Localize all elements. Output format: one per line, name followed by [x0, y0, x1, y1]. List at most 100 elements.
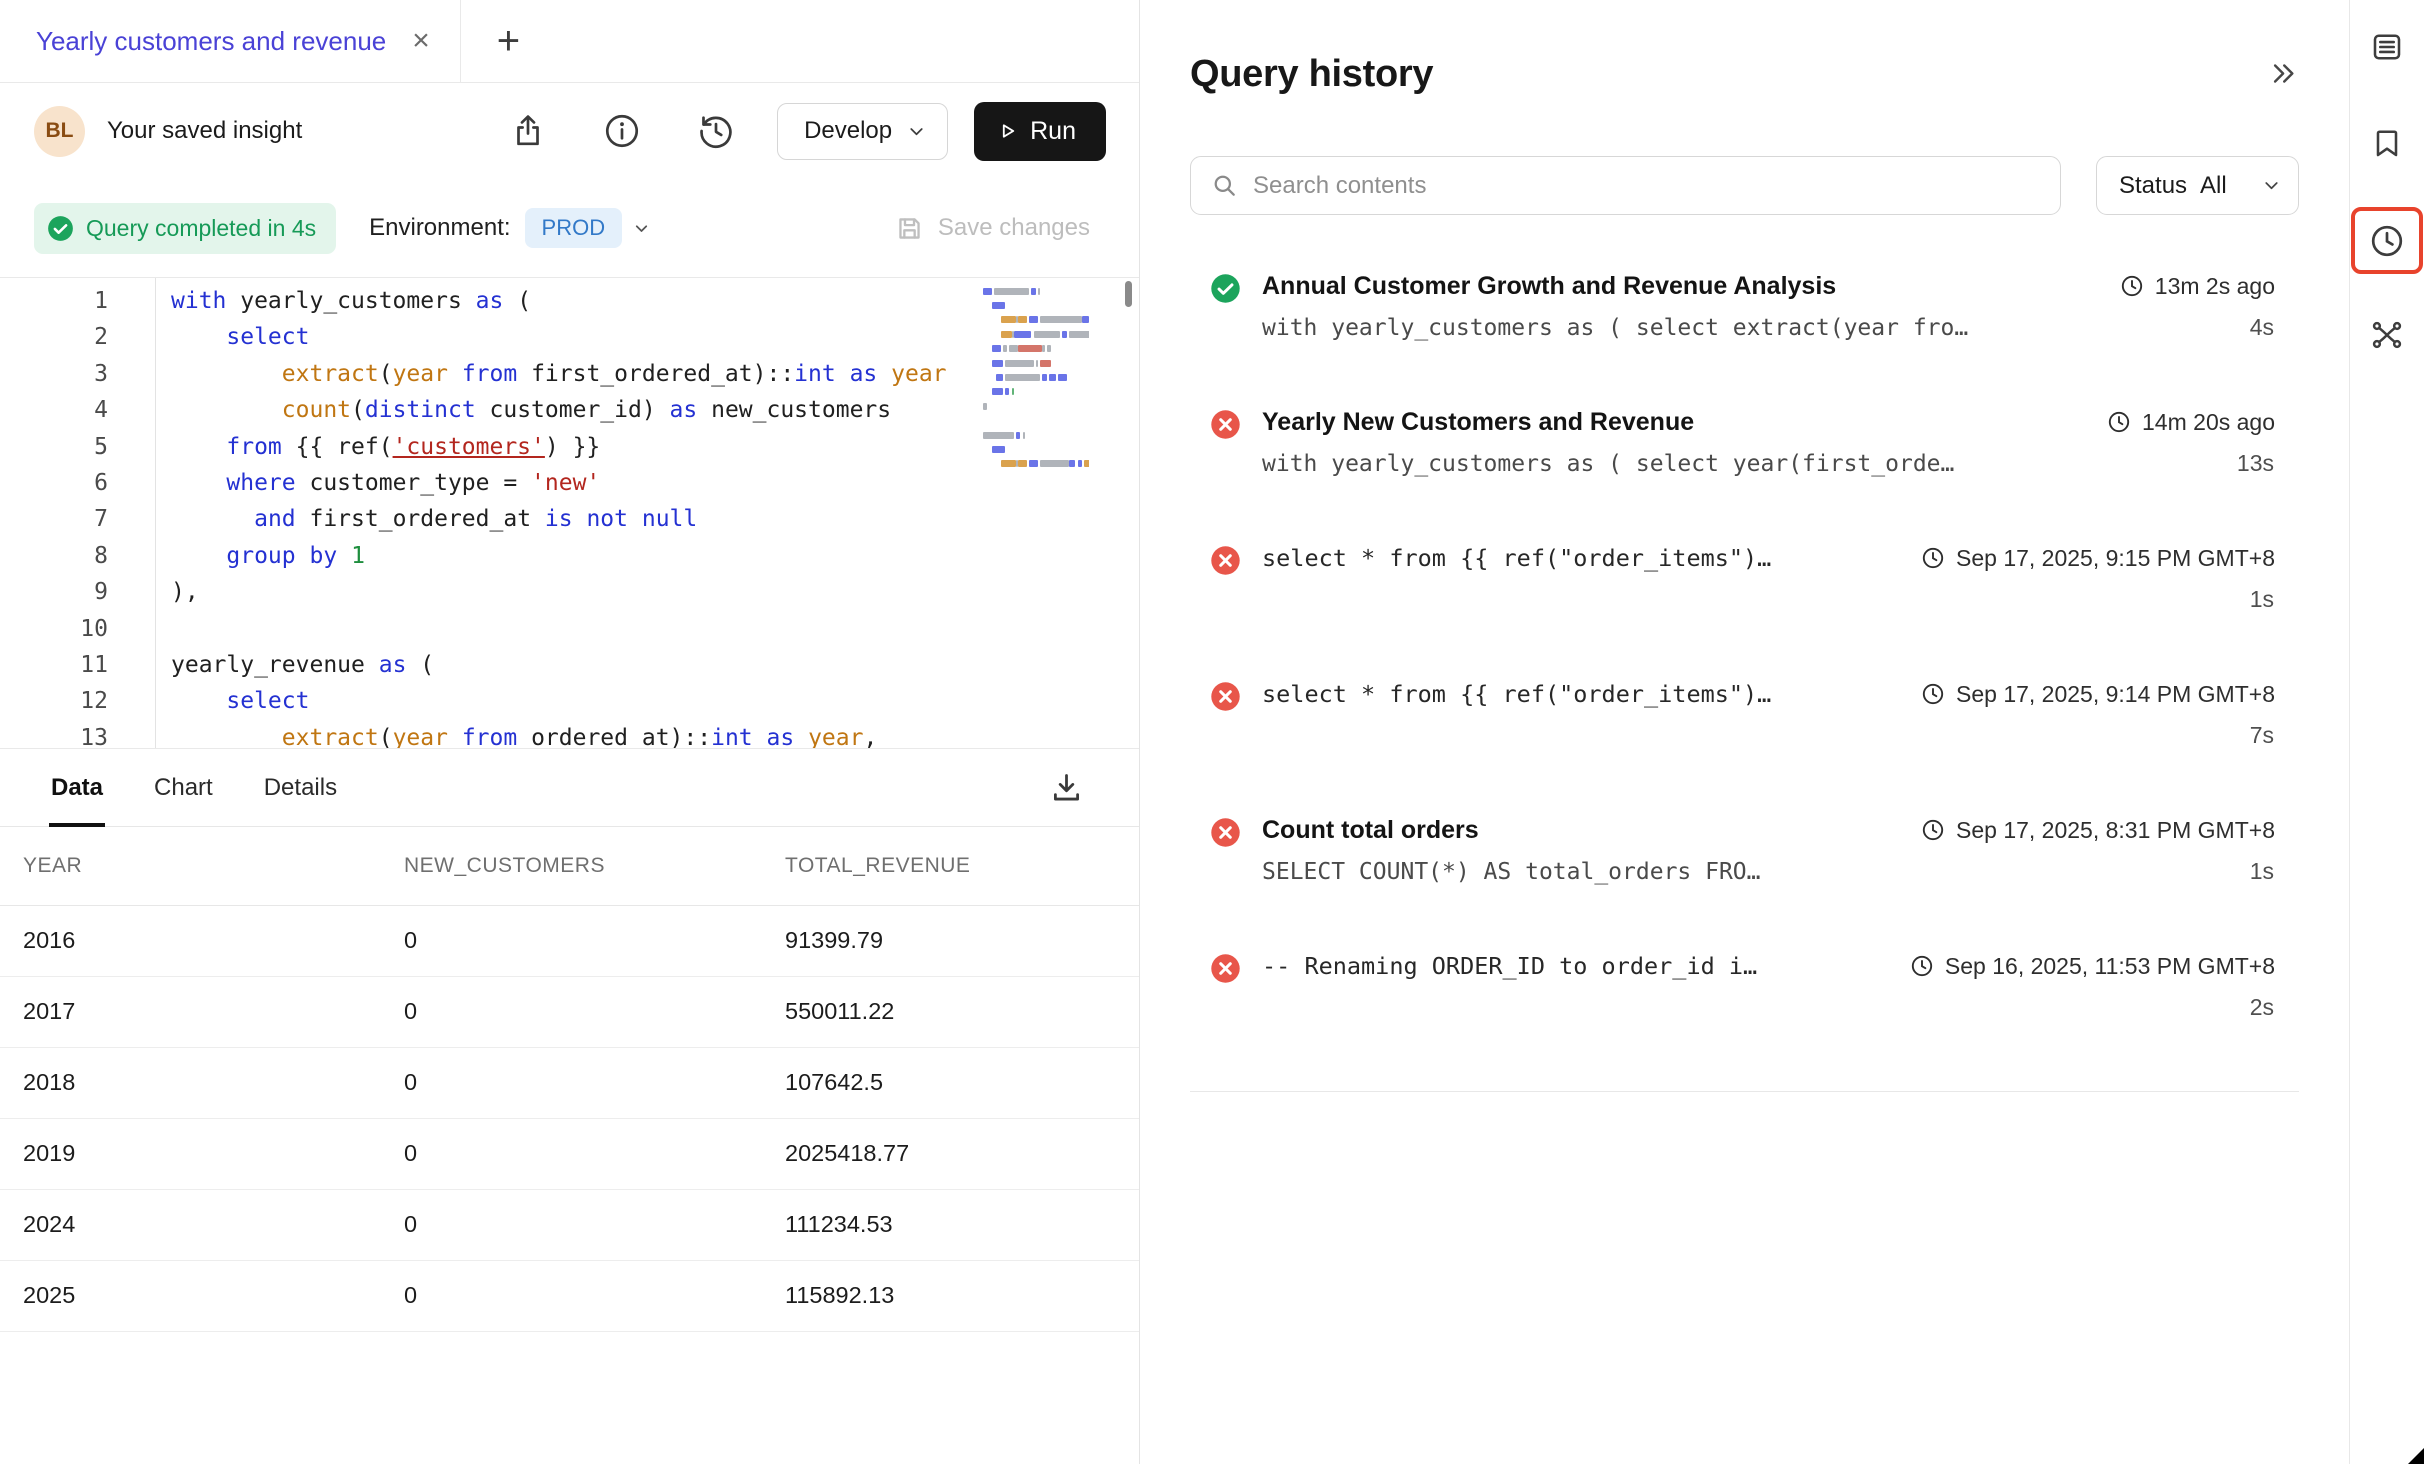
table-cell: 2025	[0, 1260, 404, 1331]
toolbar: BL Your saved insight	[0, 83, 1139, 179]
history-item-duration: 13s	[2107, 443, 2275, 483]
tab-details[interactable]: Details	[264, 749, 337, 826]
history-item-title: -- Renaming ORDER_ID to order_id i…	[1262, 945, 1880, 987]
status-filter-value: All	[2200, 172, 2227, 200]
table-cell: 2019	[0, 1118, 404, 1189]
results-tab-bar: Data Chart Details	[0, 749, 1139, 827]
share-button[interactable]	[509, 112, 547, 150]
lineage-button[interactable]	[2369, 317, 2405, 353]
query-history-panel: Query history Status All	[1140, 0, 2349, 1464]
query-history-button[interactable]	[2369, 223, 2405, 259]
check-circle-icon	[47, 215, 74, 242]
version-history-button[interactable]	[697, 112, 735, 150]
history-clock-icon	[2369, 223, 2405, 259]
table-cell: 0	[404, 1047, 785, 1118]
table-cell: 2016	[0, 905, 404, 976]
search-icon	[1211, 172, 1238, 199]
log-list-button[interactable]	[2369, 29, 2405, 65]
history-item-duration: 1s	[1921, 851, 2275, 891]
table-row[interactable]: 201902025418.77	[0, 1118, 1139, 1189]
minimap[interactable]	[983, 284, 1089, 471]
column-header: YEAR	[0, 827, 404, 905]
history-list: Annual Customer Growth and Revenue Analy…	[1190, 265, 2299, 1081]
history-item[interactable]: select * from {{ ref("order_items")…Sep …	[1190, 673, 2299, 773]
history-item-snippet: SELECT COUNT(*) AS total_orders FRO…	[1262, 853, 1891, 891]
table-cell: 550011.22	[785, 976, 1139, 1047]
download-icon	[1048, 769, 1085, 806]
history-item-snippet: with yearly_customers as ( select extrac…	[1262, 309, 2090, 347]
query-status-text: Query completed in 4s	[86, 215, 316, 242]
resize-corner	[2408, 1448, 2424, 1464]
error-x-icon	[1210, 409, 1241, 440]
save-changes-button[interactable]: Save changes	[894, 213, 1090, 244]
save-changes-label: Save changes	[938, 214, 1090, 242]
develop-button[interactable]: Develop	[777, 103, 948, 160]
status-filter-dropdown[interactable]: Status All	[2096, 156, 2299, 215]
download-results-button[interactable]	[1048, 769, 1085, 806]
history-item-duration: 7s	[1921, 715, 2275, 755]
info-button[interactable]	[603, 112, 641, 150]
table-cell: 2025418.77	[785, 1118, 1139, 1189]
history-item[interactable]: Annual Customer Growth and Revenue Analy…	[1190, 265, 2299, 365]
history-item[interactable]: Count total ordersSELECT COUNT(*) AS tot…	[1190, 809, 2299, 909]
clock-icon	[1921, 682, 1945, 706]
history-item-title: Annual Customer Growth and Revenue Analy…	[1262, 265, 2090, 307]
table-row[interactable]: 20170550011.22	[0, 976, 1139, 1047]
tab-close-icon[interactable]: ×	[412, 26, 430, 56]
line-number-gutter: 12345678910111213	[0, 278, 156, 748]
clock-icon	[1921, 818, 1945, 842]
error-status-icon	[1190, 673, 1262, 773]
environment-badge[interactable]: PROD	[525, 208, 623, 248]
history-item-time: 14m 20s ago	[2107, 401, 2275, 443]
avatar: BL	[34, 106, 85, 157]
tab-label: Yearly customers and revenue	[36, 26, 386, 57]
share-icon	[509, 112, 547, 150]
history-item[interactable]: Yearly New Customers and Revenuewith yea…	[1190, 401, 2299, 501]
error-status-icon	[1190, 945, 1262, 1045]
collapse-panel-button[interactable]	[2268, 58, 2299, 89]
table-row[interactable]: 20180107642.5	[0, 1047, 1139, 1118]
tab-chart[interactable]: Chart	[154, 749, 213, 826]
column-header: NEW_CUSTOMERS	[404, 827, 785, 905]
history-item-title: Count total orders	[1262, 809, 1891, 851]
chevron-down-icon	[906, 121, 927, 142]
query-status-pill: Query completed in 4s	[34, 203, 336, 254]
error-x-icon	[1210, 545, 1241, 576]
environment-dropdown[interactable]	[632, 219, 651, 238]
query-history-title: Query history	[1190, 52, 1433, 96]
new-tab-button[interactable]: +	[497, 21, 520, 61]
tab-data[interactable]: Data	[51, 749, 103, 826]
results-table: YEARNEW_CUSTOMERSTOTAL_REVENUE 201609139…	[0, 827, 1139, 1332]
history-icon	[697, 112, 735, 150]
table-row[interactable]: 20250115892.13	[0, 1260, 1139, 1331]
double-chevron-right-icon	[2268, 58, 2299, 89]
table-row[interactable]: 2016091399.79	[0, 905, 1139, 976]
table-row[interactable]: 20240111234.53	[0, 1189, 1139, 1260]
environment-label: Environment:	[369, 214, 510, 242]
tab-yearly-customers-and-revenue[interactable]: Yearly customers and revenue ×	[0, 0, 461, 82]
history-item-duration: 1s	[1921, 579, 2275, 619]
search-input[interactable]	[1253, 172, 2040, 200]
history-item-time: Sep 17, 2025, 9:15 PM GMT+8	[1921, 537, 2275, 579]
table-header-row: YEARNEW_CUSTOMERSTOTAL_REVENUE	[0, 827, 1139, 905]
bookmark-button[interactable]	[2369, 125, 2405, 161]
history-item-time: Sep 17, 2025, 9:14 PM GMT+8	[1921, 673, 2275, 715]
app-window: Yearly customers and revenue × + BL Your…	[0, 0, 2424, 1464]
history-item[interactable]: -- Renaming ORDER_ID to order_id i… Sep 1…	[1190, 945, 2299, 1045]
editor-pane: Yearly customers and revenue × + BL Your…	[0, 0, 1140, 1464]
clock-icon	[2120, 274, 2144, 298]
history-item-snippet: with yearly_customers as ( select year(f…	[1262, 445, 2077, 483]
editor-scrollbar[interactable]	[1125, 281, 1132, 307]
error-x-icon	[1210, 953, 1241, 984]
sql-editor[interactable]: 12345678910111213 with yearly_customers …	[0, 277, 1139, 749]
chevron-down-icon	[632, 219, 651, 238]
history-item[interactable]: select * from {{ ref("order_items")… Sep …	[1190, 537, 2299, 637]
history-item-title: select * from {{ ref("order_items")…	[1262, 537, 1891, 579]
lineage-icon	[2369, 317, 2405, 353]
chevron-down-icon	[2261, 175, 2282, 196]
bookmark-icon	[2369, 125, 2405, 161]
run-button[interactable]: Run	[974, 102, 1106, 161]
history-item-time: Sep 16, 2025, 11:53 PM GMT+8	[1910, 945, 2275, 987]
search-box	[1190, 156, 2061, 215]
clock-icon	[1910, 954, 1934, 978]
